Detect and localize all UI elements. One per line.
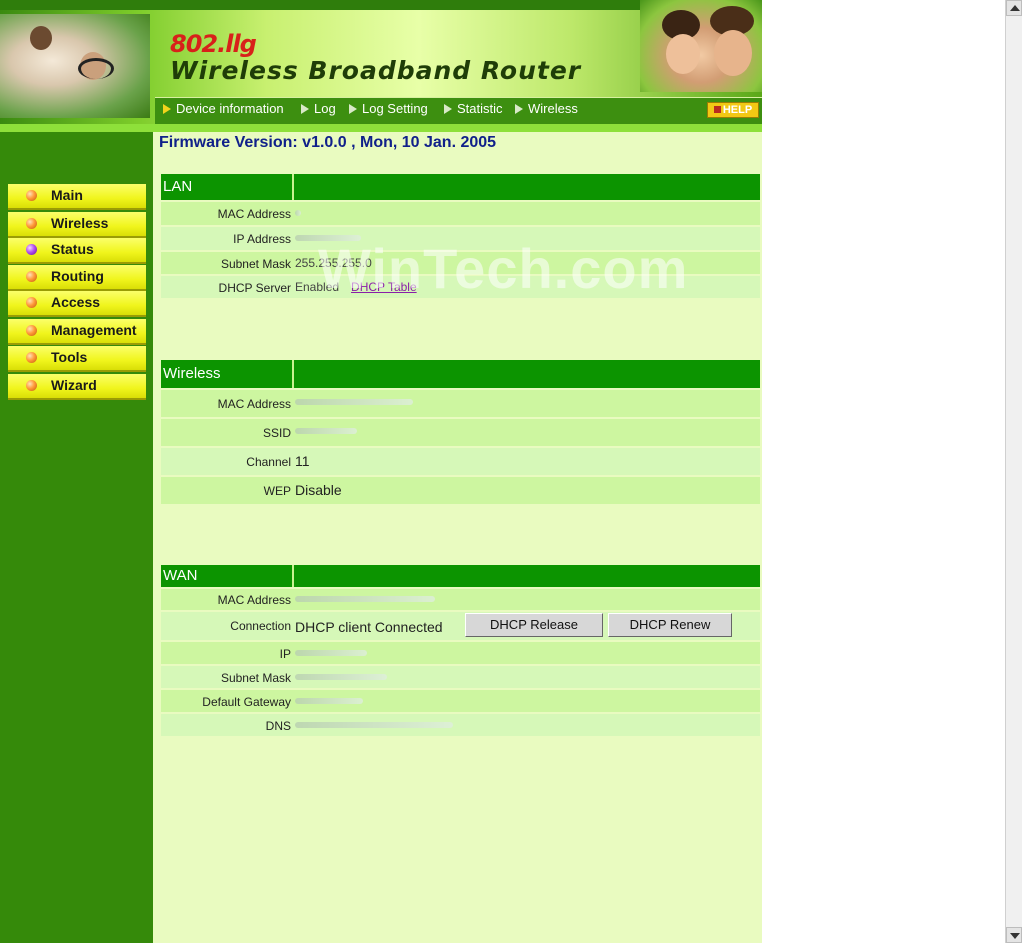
wireless-wep-row: WEP Disable <box>161 477 760 504</box>
wan-mac-row: MAC Address <box>161 589 760 610</box>
bullet-icon <box>26 325 37 336</box>
help-button[interactable]: HELP <box>707 102 759 118</box>
sidebar-item-tools[interactable]: Tools <box>8 346 146 372</box>
bullet-icon <box>26 218 37 229</box>
sidebar-menu: Main Wireless Status Routing Access Mana… <box>0 132 153 943</box>
redacted-value <box>295 207 301 221</box>
top-nav-bar: Device information Log Log Setting Stati… <box>155 97 762 124</box>
lan-section-header: LAN <box>161 174 760 200</box>
sidebar-item-main[interactable]: Main <box>8 184 146 210</box>
bullet-icon <box>26 190 37 201</box>
triangle-icon <box>163 104 171 114</box>
triangle-icon <box>301 104 309 114</box>
triangle-icon <box>349 104 357 114</box>
watermark: WinTech.com <box>318 237 689 300</box>
sidebar-item-wireless[interactable]: Wireless <box>8 212 146 238</box>
router-admin-frame: 802.llg Wireless Broadband Router Device… <box>0 0 762 943</box>
sidebar-item-access[interactable]: Access <box>8 291 146 317</box>
banner-photo-right <box>640 0 762 92</box>
vertical-scrollbar[interactable] <box>1005 0 1022 943</box>
sidebar-item-routing[interactable]: Routing <box>8 265 146 291</box>
wan-dns-row: DNS <box>161 714 760 736</box>
bullet-icon <box>26 297 37 308</box>
bullet-icon <box>26 380 37 391</box>
redacted-value <box>295 425 357 439</box>
dhcp-release-button[interactable]: DHCP Release <box>465 613 603 637</box>
bullet-icon <box>26 352 37 363</box>
wan-subnet-row: Subnet Mask <box>161 666 760 688</box>
scroll-down-button[interactable] <box>1006 927 1022 943</box>
lan-mac-row: MAC Address <box>161 202 760 225</box>
triangle-icon <box>444 104 452 114</box>
scroll-up-button[interactable] <box>1006 0 1022 16</box>
nav-log[interactable]: Log <box>301 101 336 116</box>
nav-wireless[interactable]: Wireless <box>515 101 578 116</box>
bullet-icon <box>26 271 37 282</box>
arrow-down-icon <box>1010 933 1020 939</box>
wireless-mac-row: MAC Address <box>161 390 760 417</box>
brand-title: Wireless Broadband Router <box>170 56 582 85</box>
redacted-value <box>295 647 367 661</box>
nav-device-information[interactable]: Device information <box>163 101 284 116</box>
brand-model: 802.llg <box>170 30 257 58</box>
header-banner: 802.llg Wireless Broadband Router Device… <box>0 0 762 132</box>
redacted-value <box>295 695 363 709</box>
wan-ip-row: IP <box>161 642 760 664</box>
sidebar-item-wizard[interactable]: Wizard <box>8 374 146 400</box>
wireless-channel-row: Channel 11 <box>161 448 760 475</box>
redacted-value <box>295 671 387 685</box>
help-icon <box>713 106 721 113</box>
sidebar-item-status[interactable]: Status <box>8 238 146 264</box>
redacted-value <box>295 719 453 733</box>
triangle-icon <box>515 104 523 114</box>
firmware-version: Firmware Version: v1.0.0 , Mon, 10 Jan. … <box>159 134 497 151</box>
banner-photo-left <box>0 14 150 118</box>
arrow-up-icon <box>1010 5 1020 11</box>
redacted-value <box>295 396 413 410</box>
nav-log-setting[interactable]: Log Setting <box>349 101 428 116</box>
nav-statistic[interactable]: Statistic <box>444 101 503 116</box>
dhcp-renew-button[interactable]: DHCP Renew <box>608 613 732 637</box>
redacted-value <box>295 593 435 607</box>
bullet-icon <box>26 244 37 255</box>
sidebar-item-management[interactable]: Management <box>8 319 146 345</box>
wan-gateway-row: Default Gateway <box>161 690 760 712</box>
wan-section-header: WAN <box>161 565 760 587</box>
wireless-ssid-row: SSID <box>161 419 760 446</box>
wireless-section-header: Wireless <box>161 360 760 388</box>
